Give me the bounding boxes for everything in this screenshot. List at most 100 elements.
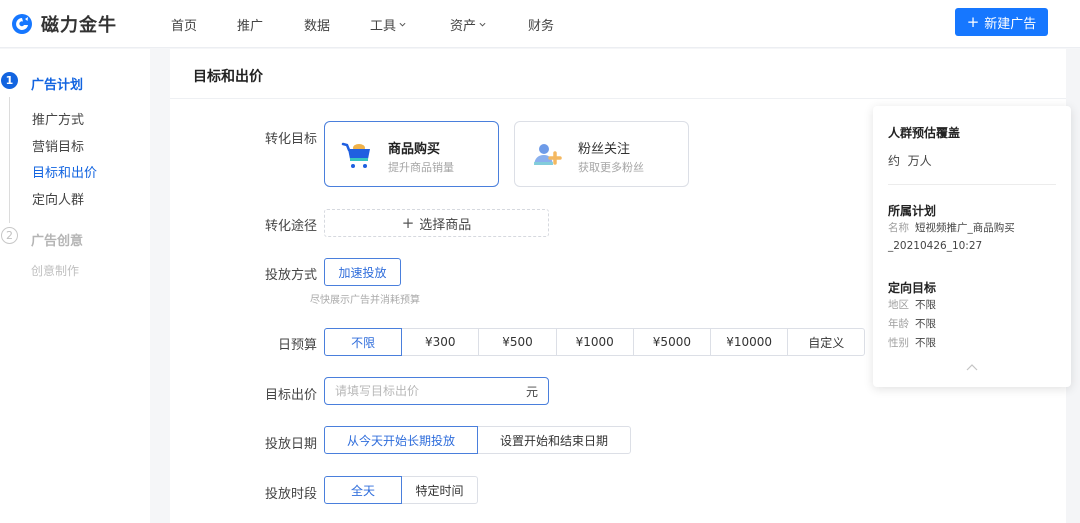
chevron-down-icon — [479, 22, 486, 27]
budget-option[interactable]: ¥1000 — [555, 328, 634, 356]
nav-finance[interactable]: 财务 — [528, 15, 554, 34]
delivery-mode-label: 投放方式 — [264, 268, 317, 283]
goal-option-fans[interactable]: 粉丝关注 获取更多粉丝 — [514, 121, 689, 187]
targeting-row-age: 年龄 不限 — [888, 316, 936, 331]
targeting-key: 地区 — [888, 299, 909, 311]
plan-name-row: 名称 短视频推广_商品购买 — [888, 220, 1015, 235]
currency-unit: 元 — [525, 384, 538, 399]
period-option-all-day[interactable]: 全天 — [324, 476, 402, 504]
date-option-label: 从今天开始长期投放 — [346, 433, 455, 448]
budget-option-label: 自定义 — [808, 335, 845, 350]
target-bid-input[interactable] — [335, 384, 526, 398]
audience-coverage-value: 约 万人 — [888, 154, 932, 168]
date-option-label: 设置开始和结束日期 — [499, 433, 608, 448]
target-bid-field[interactable]: 元 — [324, 377, 549, 405]
audience-coverage-title: 人群预估覆盖 — [888, 126, 961, 140]
step-number-badge: 1 — [1, 72, 18, 89]
sidebar-item-marketing-goal[interactable]: 营销目标 — [32, 136, 84, 155]
plus-icon: + — [966, 13, 980, 31]
goal-option-subtitle: 提升商品销量 — [388, 161, 454, 174]
plan-name-value: 短视频推广_商品购买 — [915, 222, 1015, 234]
plan-title: 所属计划 — [888, 204, 937, 218]
conversion-goal-label: 转化目标 — [264, 132, 317, 147]
goal-option-title: 粉丝关注 — [578, 142, 631, 157]
add-fan-icon — [534, 144, 562, 165]
daily-budget-label: 日预算 — [277, 338, 317, 353]
chevron-up-icon[interactable] — [966, 363, 978, 371]
targeting-value: 不限 — [915, 337, 936, 349]
targeting-title: 定向目标 — [888, 281, 937, 295]
sidebar-item-creative-production: 创意制作 — [31, 264, 80, 278]
top-navigation-bar: 磁力金牛 首页 推广 数据 工具 资产 财务 + 新建广告 — [0, 0, 1080, 48]
budget-option[interactable]: ¥10000 — [710, 328, 789, 356]
period-option-specific-time[interactable]: 特定时间 — [401, 476, 478, 504]
budget-option[interactable]: ¥500 — [478, 328, 557, 356]
budget-option[interactable]: ¥300 — [401, 328, 480, 356]
step-2-label[interactable]: 广告创意 — [31, 230, 83, 249]
nav-label: 工具 — [370, 19, 397, 34]
targeting-key: 年龄 — [888, 318, 909, 330]
new-ad-button[interactable]: + 新建广告 — [955, 8, 1048, 36]
logo-icon — [12, 14, 32, 34]
nav-home[interactable]: 首页 — [171, 15, 197, 34]
delivery-date-label: 投放日期 — [264, 437, 317, 452]
panel-divider — [888, 184, 1056, 185]
date-option-long-term[interactable]: 从今天开始长期投放 — [324, 426, 478, 454]
nav-label: 财务 — [528, 19, 555, 34]
step-connector-line — [9, 97, 10, 223]
nav-label: 首页 — [171, 19, 198, 34]
select-product-button[interactable]: + 选择商品 — [324, 209, 549, 237]
plan-name-value: _20210426_10:27 — [888, 240, 983, 252]
nav-label: 资产 — [450, 19, 477, 34]
delivery-mode-hint: 尽快展示广告并消耗预算 — [310, 295, 420, 306]
budget-option-label: ¥10000 — [726, 335, 772, 349]
targeting-row-region: 地区 不限 — [888, 297, 936, 312]
select-product-label: 选择商品 — [419, 217, 472, 233]
budget-option[interactable]: 自定义 — [787, 328, 866, 356]
new-ad-label: 新建广告 — [984, 16, 1037, 32]
period-option-label: 特定时间 — [415, 483, 464, 498]
step-sidebar: 1 广告计划 推广方式 营销目标 目标和出价 定向人群 2 广告创意 创意制作 — [0, 49, 150, 523]
step-number-badge: 2 — [1, 227, 18, 244]
budget-option-label: ¥500 — [502, 335, 533, 349]
budget-option[interactable]: 不限 — [324, 328, 403, 356]
target-bid-label: 目标出价 — [264, 388, 317, 403]
nav-assets[interactable]: 资产 — [450, 15, 486, 34]
targeting-value: 不限 — [915, 318, 936, 330]
plus-icon: + — [401, 214, 415, 232]
goal-option-purchase[interactable]: 商品购买 提升商品销量 — [324, 121, 499, 187]
step-1-label[interactable]: 广告计划 — [31, 74, 83, 93]
nav-tools[interactable]: 工具 — [370, 15, 406, 34]
summary-panel: 人群预估覆盖 约 万人 所属计划 名称 短视频推广_商品购买 _20210426_… — [873, 106, 1071, 387]
sidebar-item-goal-and-bid[interactable]: 目标和出价 — [32, 162, 97, 181]
goal-option-subtitle: 获取更多粉丝 — [578, 161, 644, 174]
budget-option-label: ¥5000 — [652, 335, 691, 349]
delivery-period-label: 投放时段 — [264, 487, 317, 502]
budget-option[interactable]: ¥5000 — [632, 328, 711, 356]
nav-label: 数据 — [304, 19, 331, 34]
accelerated-delivery-button[interactable]: 加速投放 — [324, 258, 401, 286]
step-2[interactable]: 2 — [1, 227, 18, 244]
date-option-custom-range[interactable]: 设置开始和结束日期 — [477, 426, 631, 454]
sidebar-item-promotion-method[interactable]: 推广方式 — [32, 109, 84, 128]
sidebar-item-targeting[interactable]: 定向人群 — [32, 189, 84, 208]
budget-option-label: ¥1000 — [575, 335, 614, 349]
brand-name: 磁力金牛 — [41, 15, 117, 36]
goal-option-title: 商品购买 — [388, 142, 441, 157]
section-header: 目标和出价 — [170, 49, 1066, 99]
plan-name-key: 名称 — [888, 222, 909, 234]
budget-option-label: ¥300 — [425, 335, 456, 349]
plan-name-row-continued: _20210426_10:27 — [888, 240, 982, 252]
shopping-cart-icon — [341, 142, 370, 168]
nav-data[interactable]: 数据 — [304, 15, 330, 34]
nav-label: 推广 — [237, 19, 264, 34]
step-1[interactable]: 1 — [1, 72, 18, 89]
conversion-path-label: 转化途径 — [264, 219, 317, 234]
chevron-down-icon — [399, 22, 406, 27]
brand-logo[interactable]: 磁力金牛 — [11, 11, 117, 37]
targeting-row-gender: 性别 不限 — [888, 335, 936, 350]
targeting-value: 不限 — [915, 299, 936, 311]
nav-promotion[interactable]: 推广 — [237, 15, 263, 34]
budget-option-label: 不限 — [351, 335, 376, 350]
targeting-key: 性别 — [888, 337, 909, 349]
